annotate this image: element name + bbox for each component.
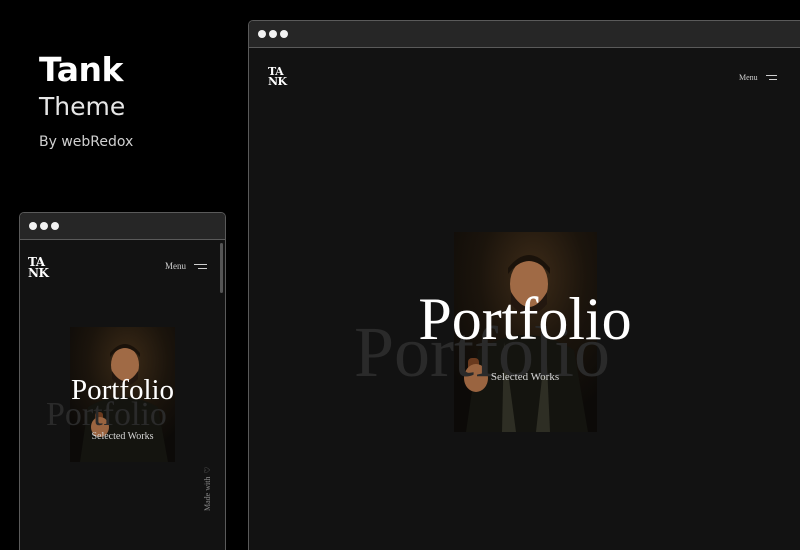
- menu-button[interactable]: Menu: [165, 261, 207, 271]
- menu-button[interactable]: Menu: [739, 73, 777, 82]
- hero-subtitle: Selected Works: [490, 371, 560, 383]
- logo-line-2: NK: [28, 265, 49, 280]
- window-dot-icon: [40, 222, 48, 230]
- desktop-preview-window: TA NK Menu Portfolio Portfolio Selected …: [248, 20, 800, 550]
- logo-line-2: NK: [268, 74, 287, 88]
- menu-label: Menu: [739, 73, 758, 82]
- hero-subtitle: Selected Works: [91, 431, 154, 442]
- mobile-page-content: TA NK Menu Portfolio Portfolio Selected …: [20, 241, 225, 550]
- made-with-note: Made with ♡: [203, 466, 212, 511]
- hero-title: Portfolio: [418, 286, 632, 352]
- desktop-page-content: TA NK Menu Portfolio Portfolio Selected …: [249, 49, 800, 550]
- theme-author: By webRedox: [39, 134, 134, 150]
- window-dot-icon: [269, 30, 277, 38]
- theme-branding: Tank Theme By webRedox: [39, 50, 133, 150]
- window-title-bar: [20, 213, 225, 240]
- heart-icon: ♡: [203, 466, 212, 474]
- hamburger-menu-icon: [765, 75, 777, 80]
- window-title-bar: [249, 21, 800, 48]
- menu-label: Menu: [165, 261, 186, 271]
- hero-title: Portfolio: [70, 374, 175, 406]
- site-logo[interactable]: TA NK: [268, 66, 287, 88]
- window-dot-icon: [29, 222, 37, 230]
- theme-subtitle: Theme: [39, 92, 126, 121]
- hamburger-menu-icon: [194, 263, 207, 269]
- mobile-preview-window: TA NK Menu Portfolio Portfolio Selected …: [19, 212, 226, 550]
- window-dot-icon: [280, 30, 288, 38]
- window-dot-icon: [258, 30, 266, 38]
- site-logo[interactable]: TA NK: [28, 256, 49, 280]
- theme-title: Tank: [39, 50, 123, 89]
- scrollbar-thumb[interactable]: [220, 243, 223, 293]
- made-with-label: Made with: [203, 476, 212, 511]
- window-dot-icon: [51, 222, 59, 230]
